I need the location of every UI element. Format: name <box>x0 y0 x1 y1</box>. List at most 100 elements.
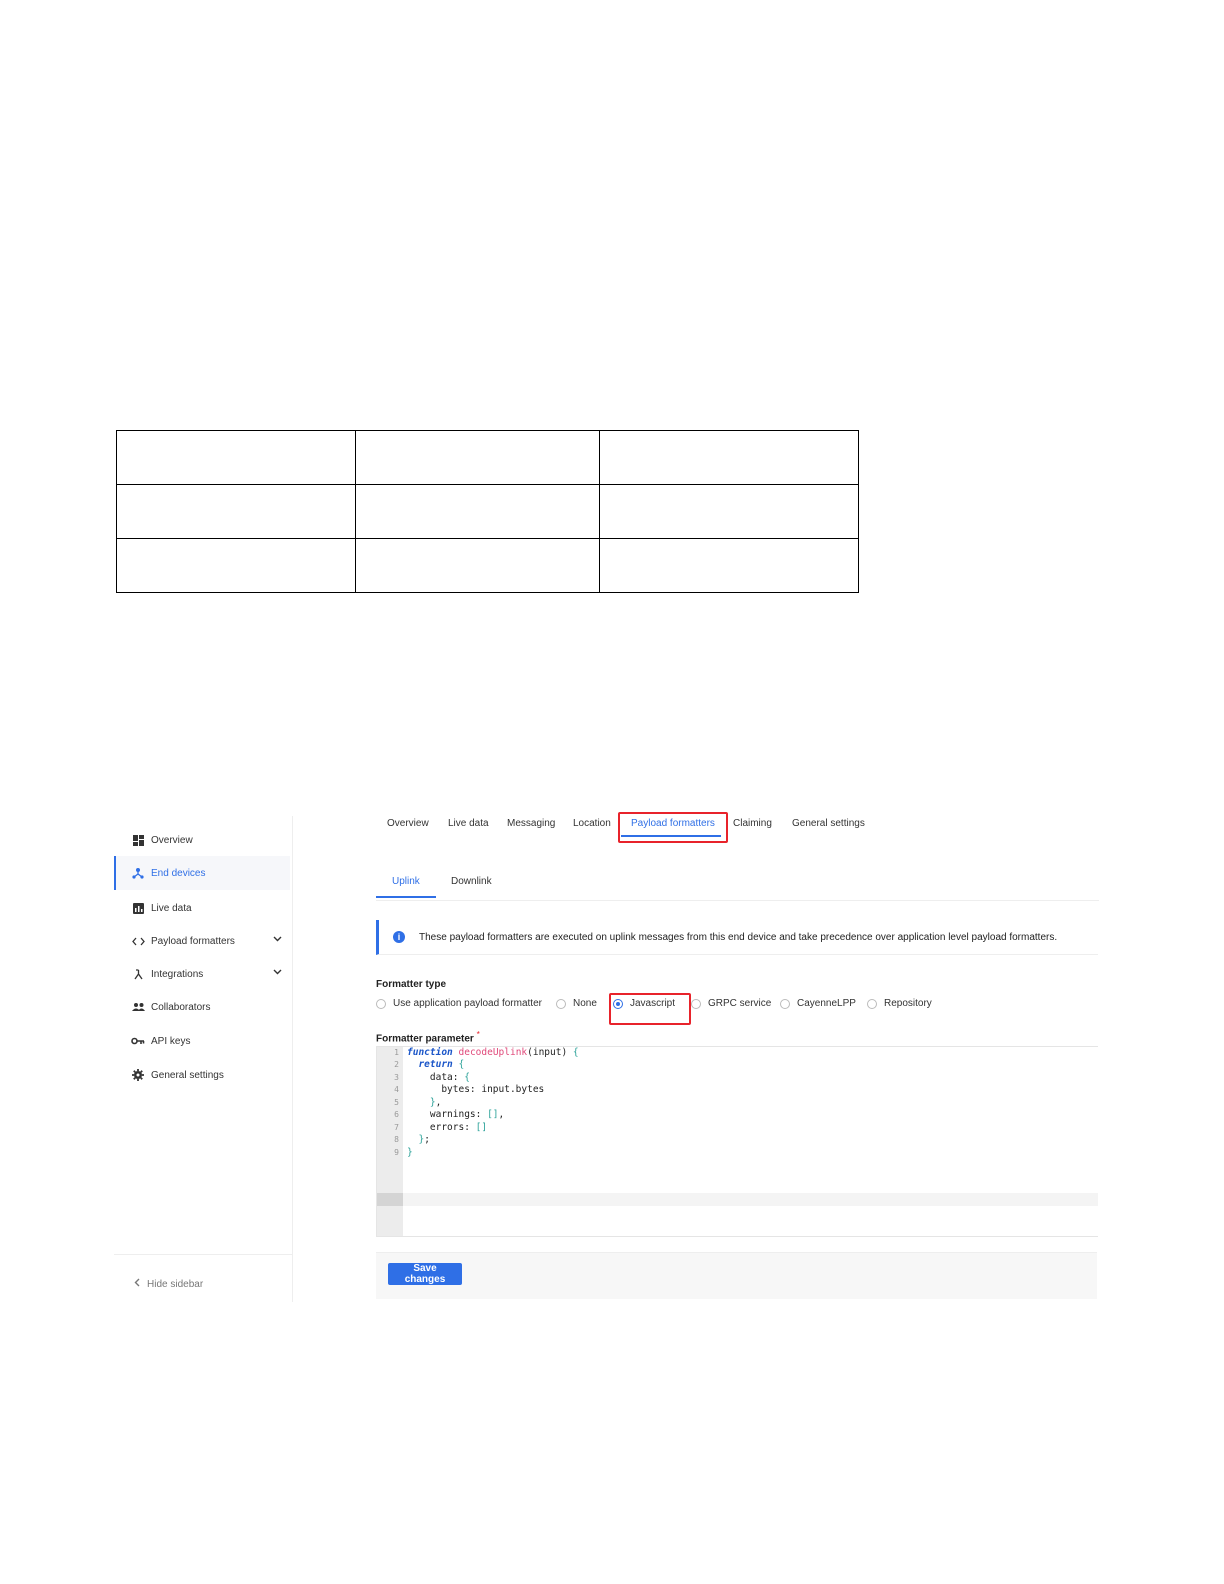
line-number: 7 <box>394 1123 399 1132</box>
tab-downlink[interactable]: Downlink <box>451 876 492 887</box>
sidebar-item-label: Collaborators <box>151 1001 211 1013</box>
formatter-type-radio-group: Use application payload formatter None J… <box>376 998 1099 1014</box>
tab-live-data[interactable]: Live data <box>448 818 489 829</box>
radio-circle <box>556 998 566 1009</box>
sidebar-item-label: End devices <box>151 867 206 879</box>
console-screenshot: Overview End devices Live data Payload f… <box>114 812 1099 1302</box>
radio-label: Use application payload formatter <box>393 998 542 1009</box>
tab-uplink[interactable]: Uplink <box>392 876 420 887</box>
radio-label: None <box>573 998 597 1009</box>
sidebar-item-collaborators[interactable]: Collaborators <box>116 990 290 1024</box>
table-cell <box>116 430 356 485</box>
line-number: 6 <box>394 1110 399 1119</box>
sidebar-item-label: Integrations <box>151 968 204 980</box>
table-row <box>116 538 859 593</box>
formatter-parameter-label: Formatter parameter * <box>376 1029 480 1044</box>
table-cell <box>355 484 600 539</box>
radio-cayennelpp[interactable]: CayenneLPP <box>780 998 856 1009</box>
formatter-parameter-text: Formatter parameter <box>376 1033 474 1045</box>
code-icon <box>131 934 145 948</box>
gear-icon <box>131 1068 145 1082</box>
radio-circle <box>691 998 701 1009</box>
sidebar-item-label: Payload formatters <box>151 935 235 947</box>
line-number: 2 <box>394 1060 399 1069</box>
formatter-type-label: Formatter type <box>376 979 446 990</box>
key-icon <box>131 1034 145 1048</box>
sidebar-item-overview[interactable]: Overview <box>116 823 290 857</box>
sidebar-item-label: General settings <box>151 1069 224 1081</box>
chevron-down-icon[interactable] <box>273 934 282 945</box>
sidebar-item-live-data[interactable]: Live data <box>116 891 290 925</box>
line-number: 3 <box>394 1073 399 1082</box>
sidebar-item-end-devices[interactable]: End devices <box>114 856 290 890</box>
sidebar-item-label: Live data <box>151 902 192 914</box>
sidebar-item-label: Overview <box>151 834 193 846</box>
code-line: data: { <box>407 1072 470 1083</box>
sidebar-item-label: API keys <box>151 1035 191 1047</box>
required-marker: * <box>476 1029 480 1039</box>
hide-sidebar-label: Hide sidebar <box>147 1278 204 1290</box>
radio-none[interactable]: None <box>556 998 597 1009</box>
radio-circle <box>376 998 386 1009</box>
formatter-type-text: Formatter type <box>376 979 447 990</box>
tab-messaging[interactable]: Messaging <box>507 818 555 829</box>
table-cell <box>599 484 859 539</box>
radio-grpc-service[interactable]: GRPC service <box>691 998 771 1009</box>
line-number: 8 <box>394 1135 399 1144</box>
code-line: }; <box>418 1134 430 1145</box>
form-footer: Save changes <box>376 1252 1097 1299</box>
active-subtab-indicator <box>376 896 436 898</box>
tab-location[interactable]: Location <box>573 818 611 829</box>
hide-sidebar-button[interactable]: Hide sidebar <box>134 1278 203 1290</box>
direction-tabs: Uplink Downlink <box>376 870 1099 901</box>
save-changes-button[interactable]: Save changes <box>388 1263 462 1285</box>
people-icon <box>131 1000 145 1014</box>
devices-icon <box>131 866 145 880</box>
sidebar-item-api-keys[interactable]: API keys <box>116 1024 290 1058</box>
line-number: 4 <box>394 1085 399 1094</box>
table-cell <box>599 538 859 593</box>
code-line: }, <box>429 1097 442 1108</box>
active-line-gutter <box>377 1193 403 1206</box>
sidebar-item-general-settings[interactable]: General settings <box>116 1058 290 1092</box>
empty-table <box>116 430 859 593</box>
radio-use-application-formatter[interactable]: Use application payload formatter <box>376 998 542 1009</box>
highlight-box <box>609 993 691 1025</box>
integrations-icon <box>131 967 145 981</box>
table-cell <box>355 538 600 593</box>
radio-label: GRPC service <box>708 998 772 1009</box>
code-line: } <box>407 1147 413 1158</box>
tab-overview[interactable]: Overview <box>387 818 429 829</box>
table-cell <box>599 430 859 485</box>
chevron-left-icon <box>134 1278 140 1290</box>
code-line: errors: [] <box>407 1122 488 1133</box>
code-line: return { <box>418 1059 465 1070</box>
main-content: Overview Live data Messaging Location Pa… <box>376 812 1099 1302</box>
device-tabs: Overview Live data Messaging Location Pa… <box>376 812 1099 843</box>
info-icon: i <box>393 931 405 943</box>
sidebar-item-integrations[interactable]: Integrations <box>116 957 290 991</box>
table-row <box>116 484 859 539</box>
table-row <box>116 430 859 485</box>
line-number: 1 <box>394 1048 399 1057</box>
chevron-down-icon[interactable] <box>273 967 282 978</box>
radio-label: Repository <box>884 998 932 1009</box>
radio-circle <box>780 998 790 1009</box>
info-text: These payload formatters are executed on… <box>419 931 1058 943</box>
table-cell <box>355 430 600 485</box>
chart-icon <box>131 901 145 915</box>
line-number: 5 <box>394 1098 399 1107</box>
sidebar: Overview End devices Live data Payload f… <box>114 816 293 1302</box>
sidebar-divider <box>114 1254 292 1255</box>
code-editor[interactable]: 1 2 3 4 5 6 7 8 9 function decodeUplink(… <box>376 1046 1098 1237</box>
dashboard-icon <box>131 833 145 847</box>
tab-claiming[interactable]: Claiming <box>733 818 772 829</box>
sidebar-item-payload-formatters[interactable]: Payload formatters <box>116 924 290 958</box>
tab-general-settings[interactable]: General settings <box>792 818 865 829</box>
highlight-box <box>618 812 728 843</box>
radio-repository[interactable]: Repository <box>867 998 932 1009</box>
table-cell <box>116 484 356 539</box>
table-cell <box>116 538 356 593</box>
radio-circle <box>867 998 877 1009</box>
line-number: 9 <box>394 1148 399 1157</box>
